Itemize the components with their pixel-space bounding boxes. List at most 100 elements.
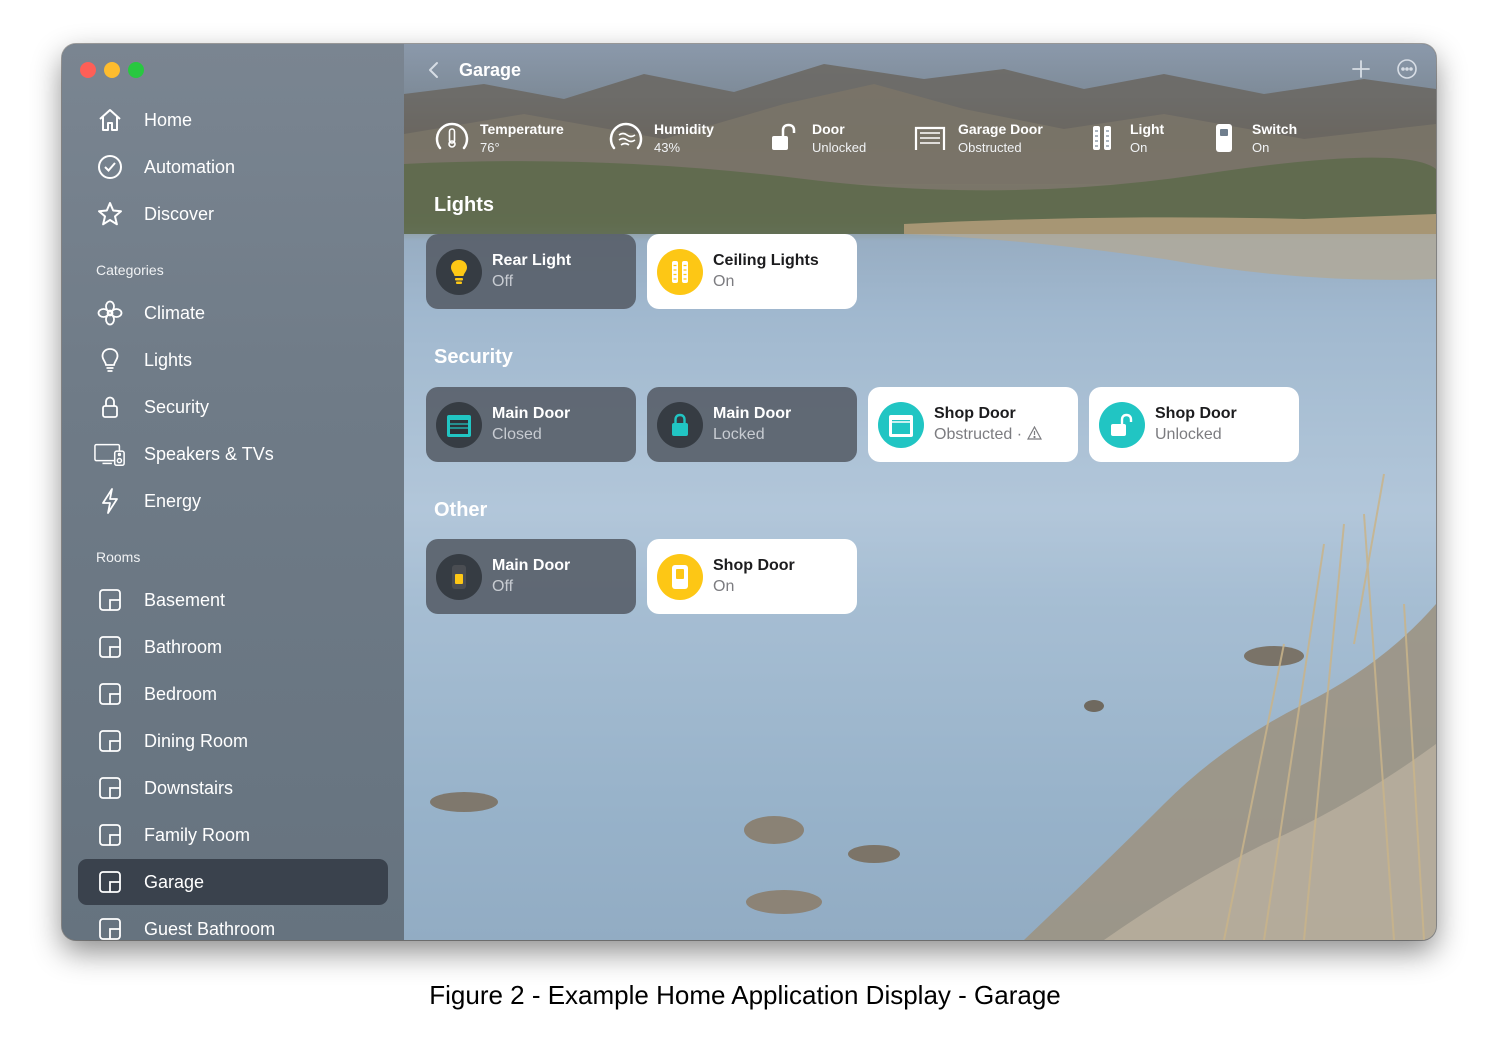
sidebar-item-label: Automation <box>144 156 236 177</box>
tile-name: Main Door <box>713 405 792 422</box>
tile-status: Obstructed · <box>934 426 1023 443</box>
sidebar-item-energy[interactable]: Energy <box>78 478 388 524</box>
accessory-tile-main-door-lock[interactable]: Main Door Locked <box>647 387 857 462</box>
accessory-tile-shop-door-switch[interactable]: Shop Door On <box>647 539 857 614</box>
tile-status: Locked <box>713 426 765 443</box>
warning-icon <box>1027 425 1043 445</box>
tile-name: Ceiling Lights <box>713 252 819 269</box>
switch-icon <box>657 553 703 600</box>
status-garage-door[interactable]: Garage Door Obstructed <box>910 118 1043 158</box>
sidebar-item-family-room[interactable]: Family Room <box>78 812 388 858</box>
garage-door-icon <box>878 401 924 448</box>
categories-heading: Categories <box>96 262 164 278</box>
status-name: Switch <box>1252 121 1298 137</box>
sidebar-item-basement[interactable]: Basement <box>78 577 388 623</box>
tile-status: On <box>713 273 735 290</box>
lightbulb-icon <box>94 344 126 376</box>
status-switch[interactable]: Switch On <box>1204 118 1297 158</box>
sidebar-item-label: Garage <box>144 871 205 892</box>
sidebar-item-bedroom[interactable]: Bedroom <box>78 671 388 717</box>
sidebar-item-dining-room[interactable]: Dining Room <box>78 718 388 764</box>
sidebar-item-label: Guest Bathroom <box>144 918 276 939</box>
more-options-button[interactable] <box>1396 58 1418 80</box>
garage-door-icon <box>436 401 482 448</box>
status-value: On <box>1252 140 1270 155</box>
room-icon <box>94 866 126 898</box>
sidebar-item-speakers-tvs[interactable]: Speakers & TVs <box>78 431 388 477</box>
sidebar-item-label: Basement <box>144 589 226 610</box>
status-name: Light <box>1130 121 1165 137</box>
tile-status: On <box>713 578 735 595</box>
sidebar-item-climate[interactable]: Climate <box>78 290 388 336</box>
room-icon <box>94 631 126 663</box>
sidebar-item-guest-bathroom[interactable]: Guest Bathroom <box>78 906 388 940</box>
back-button[interactable] <box>424 58 444 82</box>
section-title-lights: Lights <box>434 194 494 216</box>
room-icon <box>94 678 126 710</box>
accessory-tile-shop-door-garage[interactable]: Shop Door Obstructed · <box>868 387 1078 462</box>
status-door[interactable]: Door Unlocked <box>764 118 866 158</box>
status-temperature[interactable]: Temperature 76° <box>432 118 564 158</box>
accessory-tile-main-door-garage[interactable]: Main Door Closed <box>426 387 636 462</box>
tile-status: Off <box>492 273 514 290</box>
switch-icon <box>436 553 482 600</box>
close-window-button[interactable] <box>80 62 96 78</box>
tile-name: Shop Door <box>1155 405 1237 422</box>
status-name: Door <box>812 121 845 137</box>
status-value: Obstructed <box>958 140 1022 155</box>
accessory-tile-shop-door-lock[interactable]: Shop Door Unlocked <box>1089 387 1299 462</box>
tile-name: Main Door <box>492 405 571 422</box>
status-name: Temperature <box>480 121 564 137</box>
window-controls <box>80 62 144 78</box>
lock-icon <box>94 391 126 423</box>
room-icon <box>94 725 126 757</box>
light-panel-icon <box>1082 118 1122 158</box>
sidebar-item-security[interactable]: Security <box>78 384 388 430</box>
clock-check-icon <box>94 151 126 183</box>
sidebar-item-bathroom[interactable]: Bathroom <box>78 624 388 670</box>
room-icon <box>94 584 126 616</box>
sidebar-item-label: Climate <box>144 302 206 323</box>
minimize-window-button[interactable] <box>104 62 120 78</box>
sidebar-item-label: Home <box>144 109 193 130</box>
thermometer-icon <box>432 118 472 158</box>
tv-speaker-icon <box>94 438 126 470</box>
status-value: On <box>1130 140 1148 155</box>
humidity-icon <box>606 118 646 158</box>
sidebar-item-label: Bathroom <box>144 636 223 657</box>
sidebar-item-discover[interactable]: Discover <box>78 191 388 237</box>
switch-icon <box>1204 118 1244 158</box>
sidebar-item-label: Lights <box>144 349 193 370</box>
accessory-tile-main-door-switch[interactable]: Main Door Off <box>426 539 636 614</box>
sidebar-item-home[interactable]: Home <box>78 97 388 143</box>
star-icon <box>94 198 126 230</box>
unlocked-icon <box>764 118 804 158</box>
lightbulb-icon <box>436 248 482 295</box>
tile-name: Rear Light <box>492 252 572 269</box>
zoom-window-button[interactable] <box>128 62 144 78</box>
tile-status: Unlocked <box>1155 426 1222 443</box>
lock-icon <box>657 401 703 448</box>
home-app-window: Home Automation Discover Categories Clim… <box>62 44 1436 940</box>
status-name: Humidity <box>654 121 714 137</box>
status-light[interactable]: Light On <box>1082 118 1164 158</box>
tile-status: Closed <box>492 426 542 443</box>
sidebar-item-automation[interactable]: Automation <box>78 144 388 190</box>
rooms-heading: Rooms <box>96 549 141 565</box>
bolt-icon <box>94 485 126 517</box>
room-icon <box>94 913 126 940</box>
sidebar-item-garage[interactable]: Garage <box>78 859 388 905</box>
accessory-tile-rear-light[interactable]: Rear Light Off <box>426 234 636 309</box>
sidebar-item-downstairs[interactable]: Downstairs <box>78 765 388 811</box>
add-button[interactable] <box>1350 58 1372 80</box>
room-icon <box>94 772 126 804</box>
fan-icon <box>94 297 126 329</box>
section-title-other: Other <box>434 499 488 521</box>
accessory-tile-ceiling-lights[interactable]: Ceiling Lights On <box>647 234 857 309</box>
status-humidity[interactable]: Humidity 43% <box>606 118 714 158</box>
sidebar-item-lights[interactable]: Lights <box>78 337 388 383</box>
tile-status: Off <box>492 578 514 595</box>
page-title: Garage <box>459 60 522 80</box>
sidebar-item-label: Bedroom <box>144 683 218 704</box>
unlocked-icon <box>1099 401 1145 448</box>
